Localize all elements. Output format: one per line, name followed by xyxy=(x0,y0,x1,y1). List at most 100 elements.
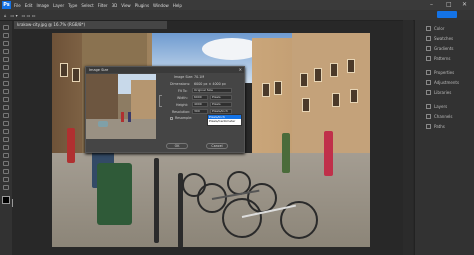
menu-select[interactable]: Select xyxy=(81,3,93,8)
history-brush-tool-icon[interactable] xyxy=(3,105,9,110)
marquee-tool-icon[interactable] xyxy=(3,33,9,38)
dropdown-option[interactable]: Pixels/Centimeter xyxy=(208,119,241,123)
photoshop-logo-icon[interactable]: Ps xyxy=(2,1,11,9)
resolution-input[interactable]: 300 xyxy=(192,109,208,114)
panel-item-gradients[interactable]: Gradients xyxy=(415,44,474,53)
frame-tool-icon[interactable] xyxy=(3,65,9,70)
foreground-color-swatch[interactable] xyxy=(2,196,10,204)
resample-checkbox[interactable] xyxy=(170,117,173,120)
options-settings-icon[interactable]: ▭ ▭ ▭ xyxy=(22,13,36,18)
menu-type[interactable]: Type xyxy=(68,3,77,8)
window xyxy=(350,89,358,103)
zoom-tool-icon[interactable] xyxy=(3,185,9,190)
gradients-icon xyxy=(426,46,431,51)
menu-layer[interactable]: Layer xyxy=(53,3,64,8)
image-size-dialog: Image Size ✕ Image Size: 70.1M Dimension… xyxy=(85,66,245,153)
ok-button[interactable]: OK xyxy=(166,143,188,149)
window xyxy=(330,63,338,77)
adjustments-icon xyxy=(426,80,431,85)
pedestrian xyxy=(67,128,75,163)
height-label: Height: xyxy=(176,103,189,107)
color-icon xyxy=(426,26,431,31)
menu-view[interactable]: View xyxy=(121,3,131,8)
document-tab[interactable]: krakow-city.jpg @ 16.7% (RGB/8*) xyxy=(14,21,167,29)
move-tool-icon[interactable] xyxy=(3,25,9,30)
share-button[interactable] xyxy=(437,11,457,18)
panel-item-channels[interactable]: Channels xyxy=(415,112,474,121)
maximize-button[interactable]: □ xyxy=(446,1,452,9)
pen-tool-icon[interactable] xyxy=(3,145,9,150)
menu-edit[interactable]: Edit xyxy=(25,3,33,8)
gradient-tool-icon[interactable] xyxy=(3,121,9,126)
image-size-value: 70.1M xyxy=(194,75,205,79)
panel-label: Libraries xyxy=(434,90,452,95)
window xyxy=(314,68,322,82)
panel-item-adjustments[interactable]: Adjustments xyxy=(415,78,474,87)
close-window-button[interactable]: ✕ xyxy=(462,1,467,9)
preview-street xyxy=(86,119,156,139)
menu-3d[interactable]: 3D xyxy=(112,3,118,8)
eraser-tool-icon[interactable] xyxy=(3,113,9,118)
window xyxy=(300,73,308,87)
crop-tool-icon[interactable] xyxy=(3,57,9,62)
constrain-proportions-link-icon[interactable] xyxy=(159,95,162,107)
dimensions-label: Dimensions: xyxy=(170,82,191,86)
bollard xyxy=(154,158,159,243)
path-selection-tool-icon[interactable] xyxy=(3,161,9,166)
home-icon[interactable]: ⌂ xyxy=(4,13,7,18)
panel-item-layers[interactable]: Layers xyxy=(415,102,474,111)
rectangle-tool-icon[interactable] xyxy=(3,169,9,174)
right-panel-dock: Color Swatches Gradients Patterns Proper… xyxy=(414,20,474,255)
window xyxy=(262,83,270,97)
tool-preset-icon[interactable]: ▭ ▾ xyxy=(11,13,18,18)
preview-car xyxy=(98,121,108,127)
panel-label: Adjustments xyxy=(434,80,460,85)
panel-item-color[interactable]: Color xyxy=(415,24,474,33)
resolution-unit-dropdown: Pixels/Inch Pixels/Centimeter xyxy=(207,114,242,126)
menu-window[interactable]: Window xyxy=(153,3,169,8)
width-unit-select[interactable]: Pixels xyxy=(210,95,232,100)
panel-label: Layers xyxy=(434,104,448,109)
width-input[interactable]: 6000 xyxy=(192,95,208,100)
menu-help[interactable]: Help xyxy=(173,3,182,8)
height-input[interactable]: 4000 xyxy=(192,102,208,107)
image-preview[interactable] xyxy=(86,74,156,139)
eyedropper-tool-icon[interactable] xyxy=(3,73,9,78)
panel-item-libraries[interactable]: Libraries xyxy=(415,88,474,97)
panel-label: Color xyxy=(434,26,445,31)
menu-image[interactable]: Image xyxy=(36,3,49,8)
menu-plugins[interactable]: Plugins xyxy=(135,3,149,8)
window xyxy=(60,63,68,77)
height-unit-select[interactable]: Pixels xyxy=(210,102,232,107)
panel-item-swatches[interactable]: Swatches xyxy=(415,34,474,43)
clone-stamp-tool-icon[interactable] xyxy=(3,97,9,102)
channels-icon xyxy=(426,114,431,119)
menu-bar: Ps File Edit Image Layer Type Select Fil… xyxy=(0,0,474,10)
lasso-tool-icon[interactable] xyxy=(3,41,9,46)
menu-filter[interactable]: Filter xyxy=(98,3,108,8)
brush-tool-icon[interactable] xyxy=(3,89,9,94)
dialog-close-icon[interactable]: ✕ xyxy=(239,67,242,73)
window xyxy=(274,81,282,95)
fit-to-select[interactable]: Original Size xyxy=(192,88,232,93)
resolution-label: Resolution: xyxy=(172,110,191,114)
blur-tool-icon[interactable] xyxy=(3,129,9,134)
panel-item-properties[interactable]: Properties xyxy=(415,68,474,77)
pedestrian xyxy=(324,131,333,176)
dodge-tool-icon[interactable] xyxy=(3,137,9,142)
healing-brush-tool-icon[interactable] xyxy=(3,81,9,86)
window xyxy=(347,59,355,73)
panel-item-patterns[interactable]: Patterns xyxy=(415,54,474,63)
properties-icon xyxy=(426,70,431,75)
layers-icon xyxy=(426,104,431,109)
quick-select-tool-icon[interactable] xyxy=(3,49,9,54)
type-tool-icon[interactable] xyxy=(3,153,9,158)
minimize-button[interactable]: – xyxy=(430,1,433,9)
dialog-title: Image Size xyxy=(86,67,244,73)
cancel-button[interactable]: Cancel xyxy=(206,143,228,149)
width-label: Width: xyxy=(177,96,188,100)
image-size-label: Image Size: xyxy=(174,75,194,79)
hand-tool-icon[interactable] xyxy=(3,177,9,182)
menu-file[interactable]: File xyxy=(14,3,21,8)
panel-item-paths[interactable]: Paths xyxy=(415,122,474,131)
